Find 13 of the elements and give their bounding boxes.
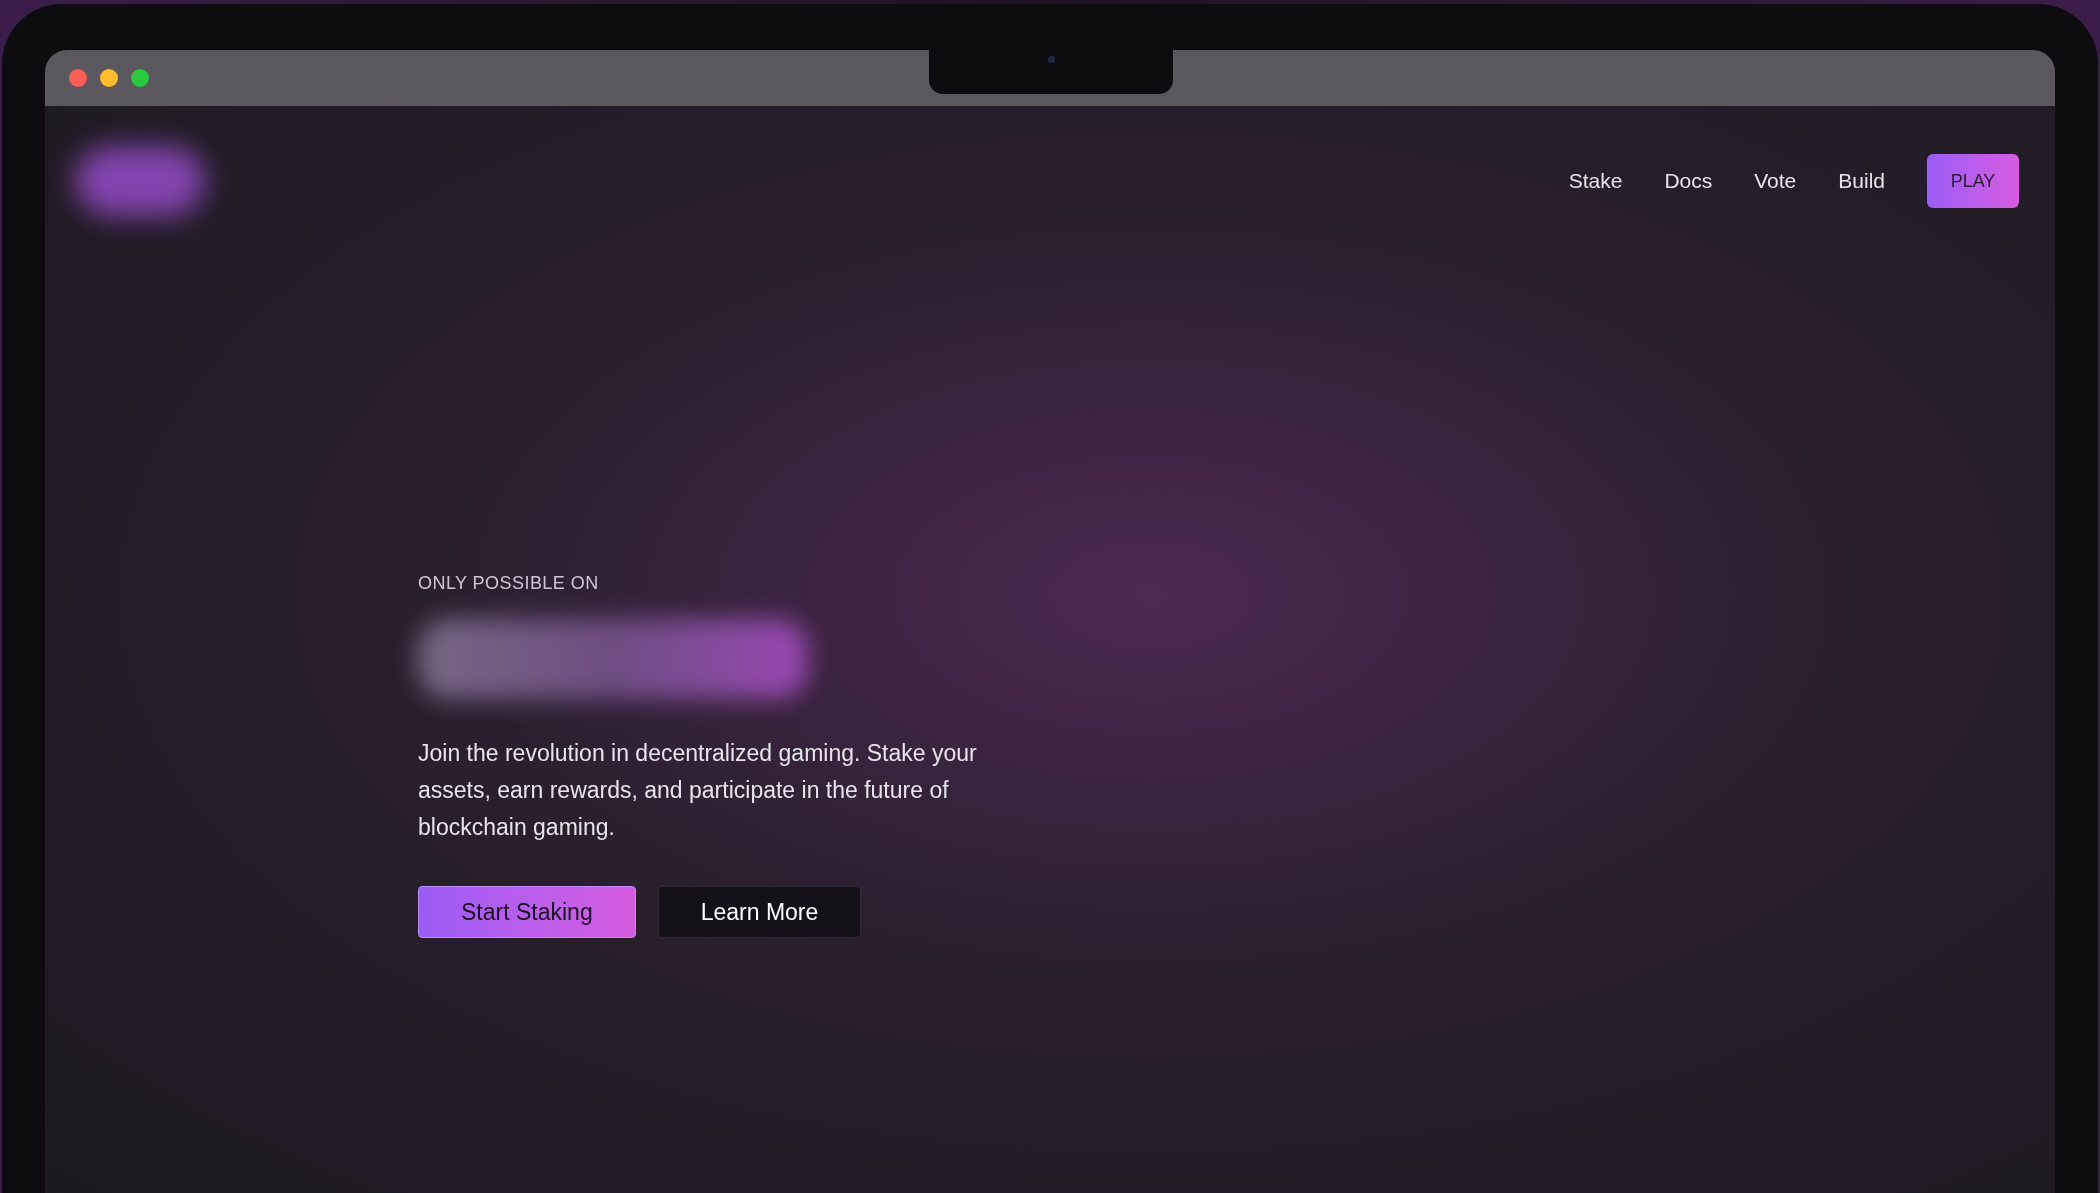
- maximize-window-icon[interactable]: [131, 69, 149, 87]
- start-button[interactable]: Start Staking: [418, 886, 636, 938]
- hero-description: Join the revolution in decentralized gaming. Stake your assets, earn rewards, and participate in the future of blockchain gaming.: [418, 739, 978, 842]
- minimize-window-icon[interactable]: [100, 69, 118, 87]
- eyebrow-text: ONLY POSSIBLE ON: [418, 572, 600, 595]
- nav-link[interactable]: Docs: [1664, 165, 1713, 197]
- nav-link[interactable]: Build: [1838, 165, 1885, 197]
- nav-link[interactable]: Stake: [1568, 165, 1623, 197]
- nav-link[interactable]: Vote: [1754, 165, 1797, 197]
- play-button[interactable]: PLAY: [1927, 154, 2019, 208]
- camera-icon: [1047, 56, 1055, 63]
- learn-more-button[interactable]: Learn More: [657, 886, 862, 938]
- close-window-icon[interactable]: [69, 69, 87, 87]
